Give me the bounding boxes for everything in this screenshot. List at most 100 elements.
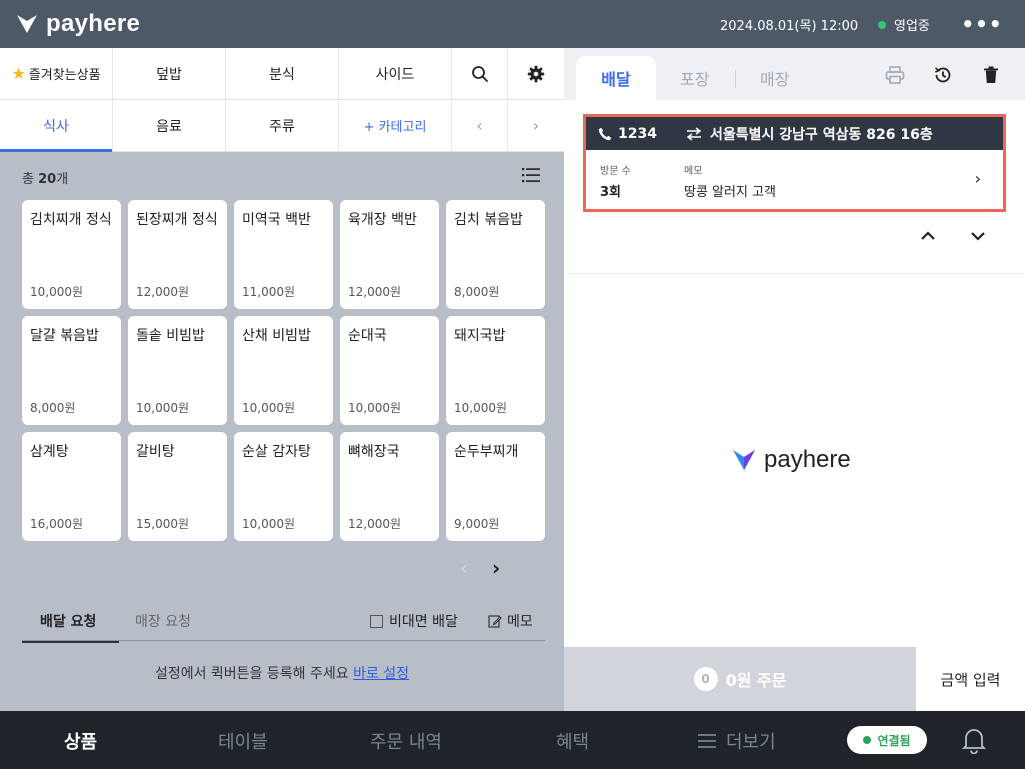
- search-icon: [471, 65, 488, 82]
- product-name: 순두부찌개: [454, 444, 519, 460]
- settings-button[interactable]: [508, 48, 564, 99]
- category-favorites[interactable]: ★ 즐겨찾는상품: [0, 48, 113, 99]
- nav-benefits[interactable]: 혜택: [556, 728, 589, 754]
- product-price: 12,000원: [136, 285, 190, 299]
- product-price: 10,000원: [348, 401, 402, 415]
- nav-tables[interactable]: 테이블: [218, 728, 268, 754]
- tab-takeout[interactable]: 포장: [680, 56, 709, 100]
- product-card[interactable]: 김치 볶음밥 8,000원: [446, 200, 545, 309]
- product-card[interactable]: 뼈해장국 12,000원: [340, 432, 439, 541]
- connection-status-badge: 연결됨: [847, 726, 927, 754]
- order-type-tabs: 배달 포장 매장: [564, 48, 1025, 100]
- history-button[interactable]: [932, 64, 954, 86]
- category-liquor[interactable]: 주류: [226, 100, 339, 151]
- page-prev-icon[interactable]: ‹: [460, 556, 468, 580]
- memo-button[interactable]: 메모: [488, 611, 533, 631]
- product-card[interactable]: 순두부찌개 9,000원: [446, 432, 545, 541]
- chevron-right-icon[interactable]: ›: [975, 169, 981, 188]
- product-price: 8,000원: [30, 401, 76, 415]
- add-category-button[interactable]: + 카테고리: [339, 100, 452, 151]
- category-bunsik[interactable]: 분식: [226, 48, 339, 99]
- product-name: 삼계탕: [30, 444, 69, 460]
- visits-value: 3회: [600, 185, 622, 200]
- customer-info-card[interactable]: 1234 서울특별시 강남구 역삼동 826 16층 방문 수 3회 메모 땅콩…: [583, 114, 1006, 212]
- more-menu-icon[interactable]: •••: [961, 11, 1001, 37]
- store-status: 영업중: [878, 15, 930, 34]
- category-row-1: ★ 즐겨찾는상품 덮밥 분식 사이드: [0, 48, 564, 100]
- memo-label: 메모: [684, 166, 703, 177]
- product-name: 미역국 백반: [242, 212, 311, 228]
- product-card[interactable]: 미역국 백반 11,000원: [234, 200, 333, 309]
- product-name: 돌솥 비빔밥: [136, 328, 205, 344]
- category-meal[interactable]: 식사: [0, 100, 113, 152]
- product-name: 갈비탕: [136, 444, 175, 460]
- tab-delivery[interactable]: 배달: [576, 56, 656, 100]
- nav-more[interactable]: 더보기: [698, 728, 776, 754]
- request-tabs: 배달 요청 매장 요청 비대면 배달 메모: [21, 603, 545, 643]
- product-card[interactable]: 산채 비빔밥 10,000원: [234, 316, 333, 425]
- chevron-down-icon[interactable]: [970, 230, 986, 242]
- tab-store[interactable]: 매장: [760, 56, 789, 100]
- customer-header: 1234 서울특별시 강남구 역삼동 826 16층: [586, 117, 1003, 150]
- product-card[interactable]: 육개장 백반 12,000원: [340, 200, 439, 309]
- product-card[interactable]: 김치찌개 정식 10,000원: [22, 200, 121, 309]
- customer-phone-number: 1234: [618, 125, 657, 142]
- product-name: 산채 비빔밥: [242, 328, 311, 344]
- amount-input-button[interactable]: 금액 입력: [916, 647, 1025, 711]
- nav-products[interactable]: 상품: [64, 728, 97, 754]
- product-name: 순대국: [348, 328, 387, 344]
- product-price: 8,000원: [454, 285, 500, 299]
- delete-button[interactable]: [980, 64, 1002, 86]
- visits-label: 방문 수: [600, 166, 631, 177]
- search-button[interactable]: [452, 48, 508, 99]
- category-drinks[interactable]: 음료: [113, 100, 226, 151]
- memo-value: 땅콩 알러지 고객: [684, 185, 776, 200]
- product-price: 10,000원: [30, 285, 84, 299]
- product-card[interactable]: 돼지국밥 10,000원: [446, 316, 545, 425]
- payhere-logo-icon: [17, 15, 37, 33]
- center-logo: payhere: [732, 446, 851, 474]
- product-price: 12,000원: [348, 285, 402, 299]
- logo-text: payhere: [46, 10, 141, 37]
- contactless-toggle[interactable]: 비대면 배달: [370, 611, 458, 631]
- chevron-up-icon[interactable]: [920, 230, 936, 242]
- category-next-button[interactable]: ›: [508, 100, 564, 151]
- product-count: 총 20개: [22, 168, 68, 187]
- product-name: 달걀 볶음밥: [30, 328, 99, 344]
- category-side[interactable]: 사이드: [339, 48, 452, 99]
- product-price: 10,000원: [242, 401, 296, 415]
- customer-address: 서울특별시 강남구 역삼동 826 16층: [686, 124, 933, 144]
- category-prev-button[interactable]: ‹: [452, 100, 508, 151]
- product-name: 돼지국밥: [454, 328, 506, 344]
- datetime: 2024.08.01(목) 12:00: [720, 19, 859, 34]
- place-order-button[interactable]: 0 0원 주문: [564, 647, 916, 711]
- product-card[interactable]: 순살 감자탕 10,000원: [234, 432, 333, 541]
- order-count-badge: 0: [693, 667, 718, 691]
- count-value: 20: [38, 172, 57, 187]
- swap-icon: [686, 126, 702, 141]
- product-pager: ‹ ›: [460, 556, 500, 580]
- category-deopbap[interactable]: 덮밥: [113, 48, 226, 99]
- quick-settings-link[interactable]: 바로 설정: [353, 666, 409, 682]
- quick-button-hint: 설정에서 퀵버튼을 등록해 주세요 바로 설정: [0, 663, 564, 683]
- product-card[interactable]: 된장찌개 정식 12,000원: [128, 200, 227, 309]
- nav-orders[interactable]: 주문 내역: [370, 728, 442, 754]
- tab-divider: [735, 70, 736, 88]
- product-card[interactable]: 돌솥 비빔밥 10,000원: [128, 316, 227, 425]
- product-card[interactable]: 달걀 볶음밥 8,000원: [22, 316, 121, 425]
- page-next-icon[interactable]: ›: [492, 556, 500, 580]
- product-card[interactable]: 삼계탕 16,000원: [22, 432, 121, 541]
- product-card[interactable]: 순대국 10,000원: [340, 316, 439, 425]
- connection-status-label: 연결됨: [877, 733, 911, 748]
- tab-store-request[interactable]: 매장 요청: [135, 611, 191, 631]
- tab-delivery-request[interactable]: 배달 요청: [21, 611, 120, 643]
- phone-icon: [598, 127, 612, 140]
- print-button[interactable]: [884, 64, 906, 86]
- center-logo-text: payhere: [764, 446, 851, 473]
- product-card[interactable]: 갈비탕 15,000원: [128, 432, 227, 541]
- gear-icon: [527, 65, 545, 82]
- checkbox[interactable]: [370, 614, 383, 628]
- product-name: 뼈해장국: [348, 444, 400, 460]
- bell-icon[interactable]: [962, 726, 986, 754]
- list-view-icon[interactable]: [522, 167, 540, 183]
